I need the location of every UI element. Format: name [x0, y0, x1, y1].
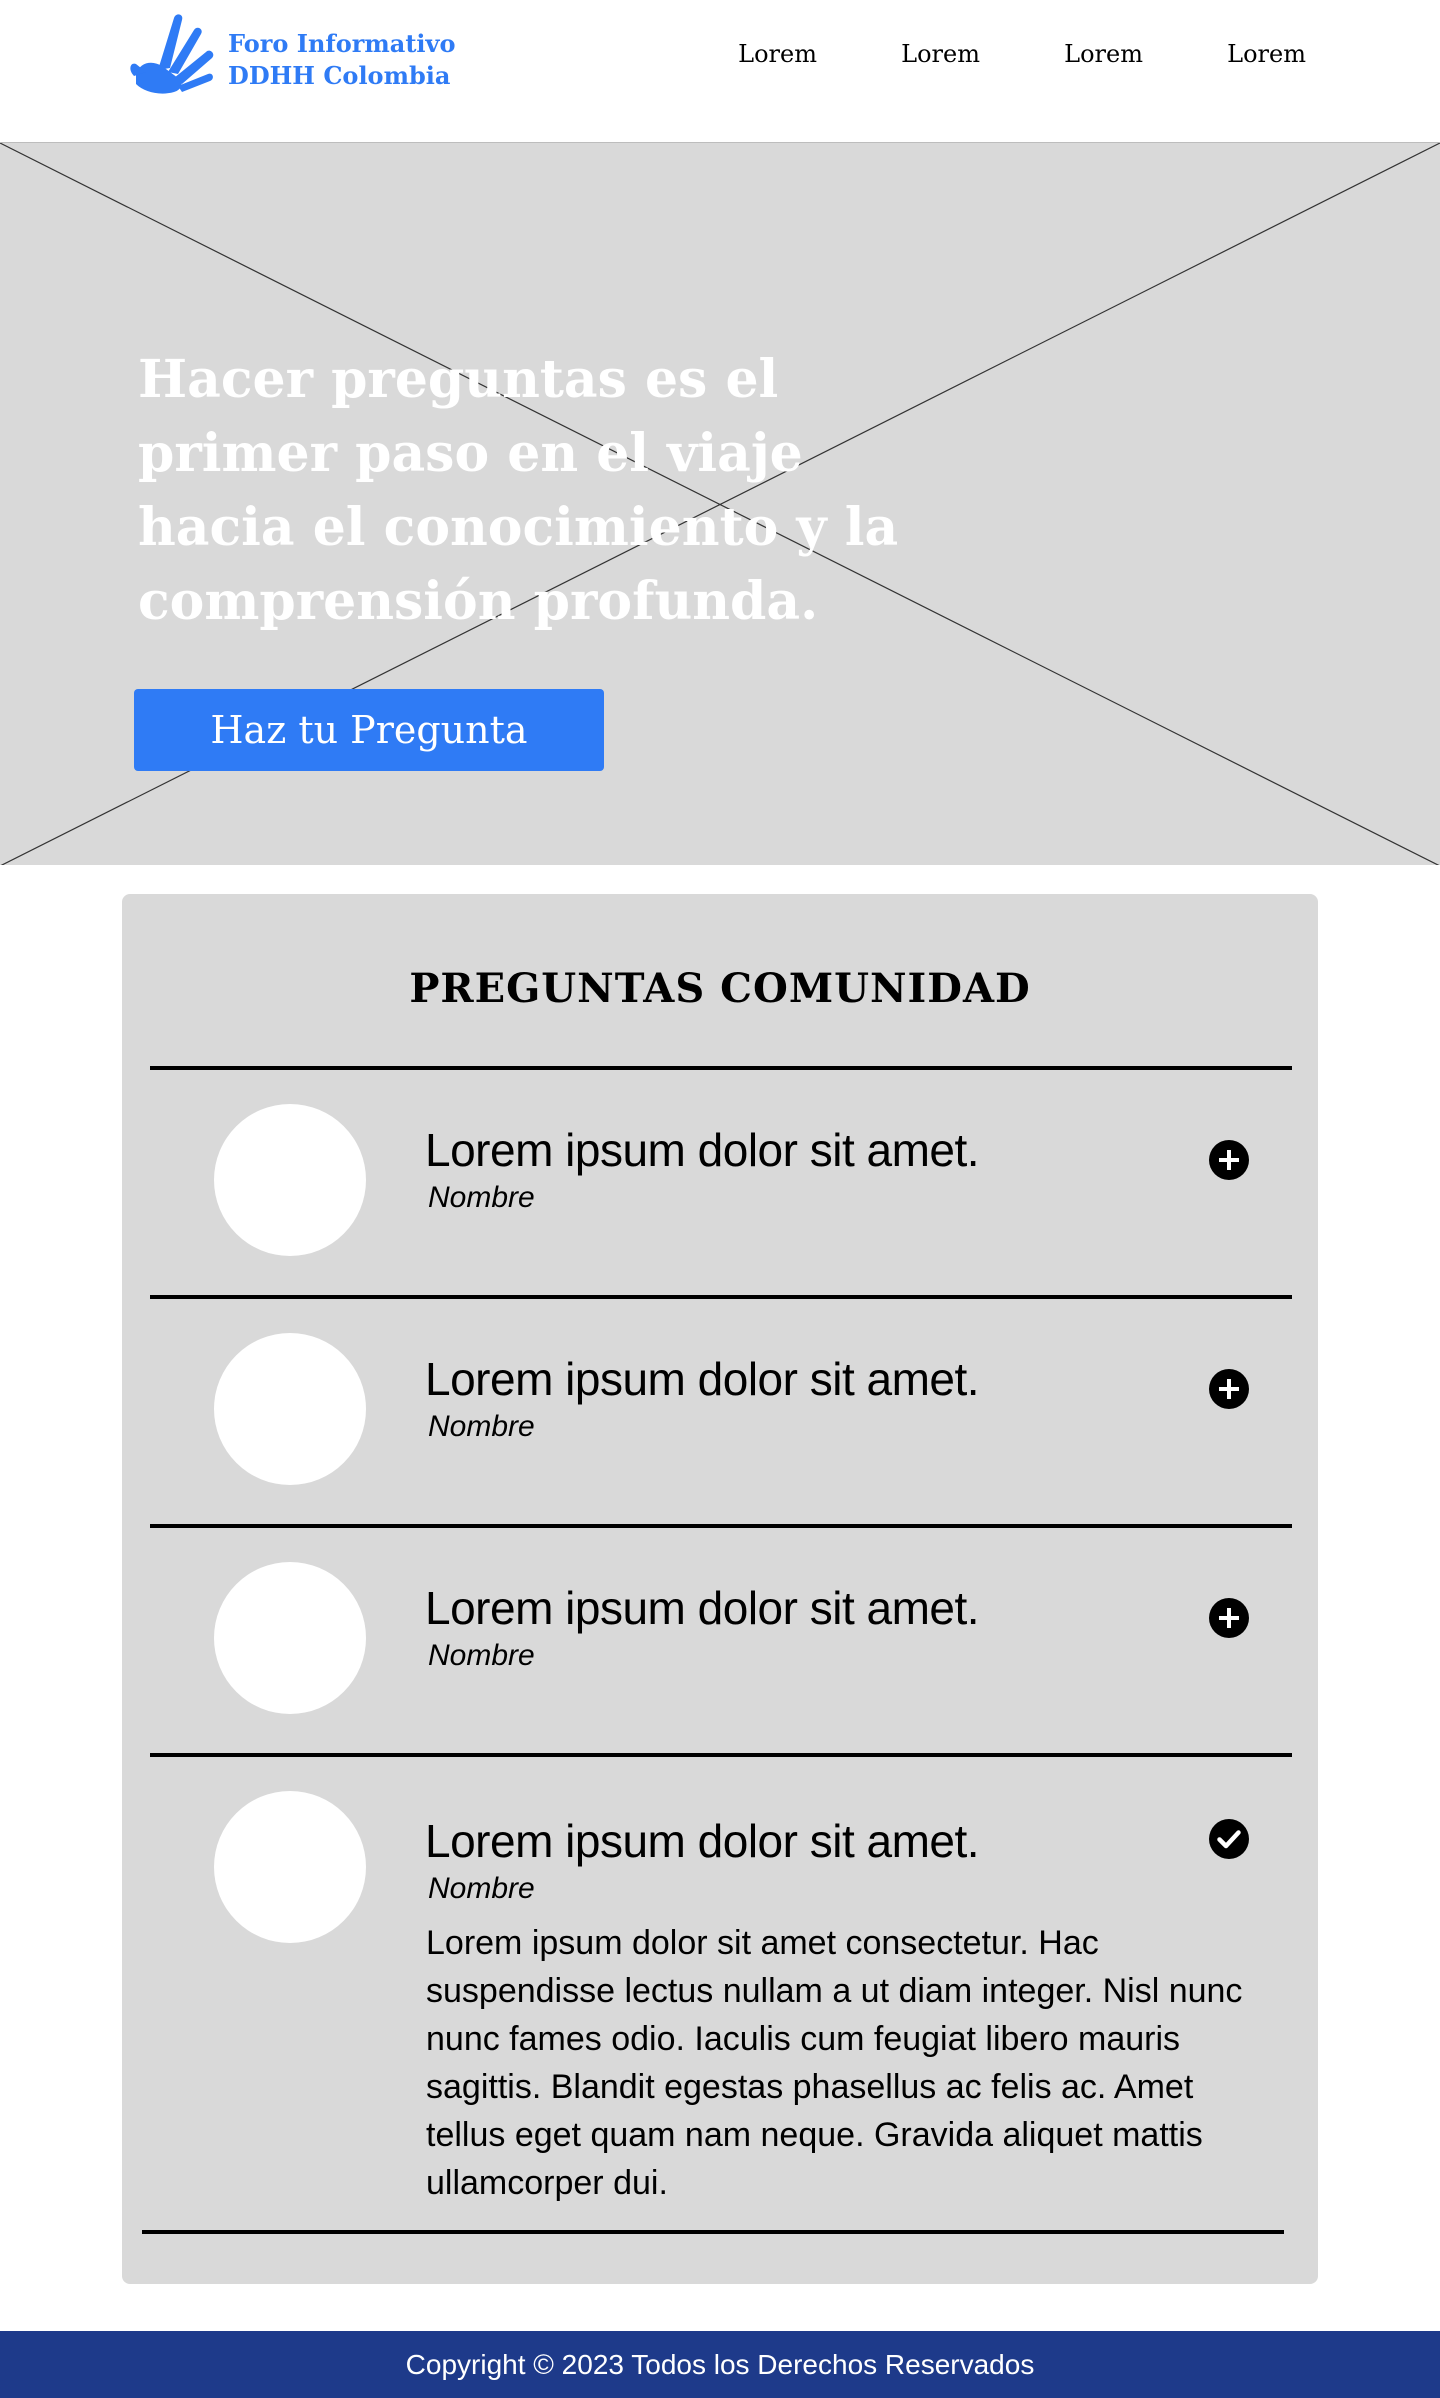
question-item[interactable]: Lorem ipsum dolor sit amet. Nombre — [122, 1070, 1318, 1298]
hero-banner: Hacer preguntas es el primer paso en el … — [0, 142, 1440, 865]
site-header: Foro Informativo DDHH Colombia Lorem Lor… — [0, 0, 1440, 142]
question-title: Lorem ipsum dolor sit amet. — [425, 1582, 980, 1634]
avatar — [214, 1791, 366, 1943]
section-title: PREGUNTAS COMUNIDAD — [409, 965, 1031, 1012]
question-title: Lorem ipsum dolor sit amet. — [425, 1353, 980, 1405]
check-circle-icon — [1209, 1819, 1249, 1859]
plus-circle-icon — [1209, 1140, 1249, 1180]
question-author: Nombre — [428, 1181, 535, 1214]
logo-line-2: DDHH Colombia — [228, 61, 451, 90]
hand-icon — [130, 14, 214, 94]
logo-text: Foro Informativo DDHH Colombia — [228, 28, 456, 92]
avatar — [214, 1333, 366, 1485]
avatar — [214, 1562, 366, 1714]
hero-title: Hacer preguntas es el primer paso en el … — [138, 349, 899, 632]
site-footer: Copyright © 2023 Todos los Derechos Rese… — [0, 2331, 1440, 2398]
question-item[interactable]: Lorem ipsum dolor sit amet. Nombre — [122, 1528, 1318, 1754]
nav-item-3[interactable]: Lorem — [980, 40, 1143, 68]
question-title: Lorem ipsum dolor sit amet. — [425, 1124, 980, 1176]
expand-button[interactable] — [1209, 1369, 1249, 1409]
expand-button[interactable] — [1209, 1140, 1249, 1180]
answer-text: Lorem ipsum dolor sit amet consectetur. … — [426, 1924, 1243, 2202]
question-author: Nombre — [428, 1410, 535, 1443]
ask-question-button[interactable]: Haz tu Pregunta — [134, 689, 604, 771]
question-author: Nombre — [428, 1639, 535, 1672]
question-author: Nombre — [428, 1872, 535, 1905]
nav-item-1[interactable]: Lorem — [654, 40, 817, 68]
collapse-button[interactable] — [1209, 1819, 1249, 1859]
plus-circle-icon — [1209, 1369, 1249, 1409]
question-item-expanded[interactable]: Lorem ipsum dolor sit amet. Nombre Lorem… — [122, 1757, 1318, 2202]
logo-line-1: Foro Informativo — [228, 29, 456, 58]
community-questions-panel: PREGUNTAS COMUNIDAD Lorem ipsum dolor si… — [122, 894, 1318, 2284]
copyright-text: Copyright © 2023 Todos los Derechos Rese… — [405, 2349, 1035, 2380]
question-title: Lorem ipsum dolor sit amet. — [425, 1815, 980, 1867]
question-item[interactable]: Lorem ipsum dolor sit amet. Nombre — [122, 1299, 1318, 1525]
avatar — [214, 1104, 366, 1256]
nav-item-4[interactable]: Lorem — [1143, 40, 1306, 68]
expand-button[interactable] — [1209, 1598, 1249, 1638]
plus-circle-icon — [1209, 1598, 1249, 1638]
site-logo[interactable]: Foro Informativo DDHH Colombia — [122, 12, 456, 108]
main-nav: Lorem Lorem Lorem Lorem — [654, 40, 1306, 68]
divider — [142, 2230, 1284, 2234]
nav-item-2[interactable]: Lorem — [817, 40, 980, 68]
